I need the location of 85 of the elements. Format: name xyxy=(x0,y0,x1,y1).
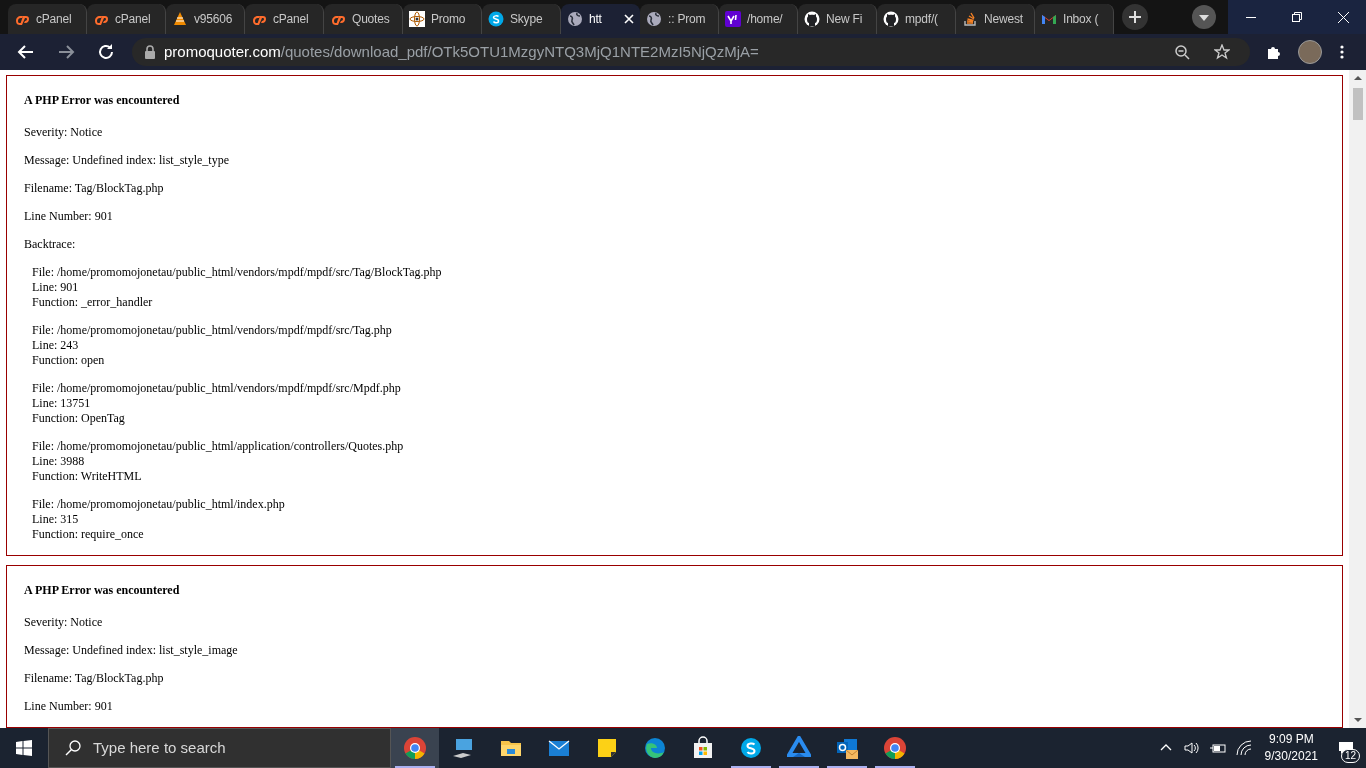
browser-tab[interactable]: Newest xyxy=(956,4,1035,34)
browser-tab[interactable]: v95606 xyxy=(166,4,245,34)
speaker-icon[interactable] xyxy=(1183,740,1200,756)
backtrace-function: Function: _error_handler xyxy=(32,295,154,310)
backtrace-file: File: /home/promomojonetau/public_html/vendors/mpdf/mpdf/src/Tag/BlockTag.php xyxy=(32,265,443,280)
browser-tab[interactable]: cPanel xyxy=(245,4,324,34)
minimize-icon xyxy=(1246,16,1256,18)
github-logo-icon xyxy=(883,11,899,27)
error-detail: Line Number: 901 xyxy=(24,209,114,224)
yahoo-logo-icon xyxy=(725,11,741,27)
backtrace-file: File: /home/promomojonetau/public_html/index.php xyxy=(32,497,286,512)
error-detail: Line Number: 901 xyxy=(24,699,114,714)
taskbar-search-field[interactable]: Type here to search xyxy=(48,728,391,768)
browser-tab[interactable]: :: Prom xyxy=(640,4,719,34)
address-bar[interactable]: promoquoter.com/quotes/download_pdf/OTk5OTU1MzgyNTQ3MjQ1NTE2MzI5NjQzMjA= xyxy=(132,38,1250,66)
error-heading: A PHP Error was encountered xyxy=(24,583,181,598)
error-detail: Filename: Tag/BlockTag.php xyxy=(24,181,165,196)
time-text: 9:09 PM xyxy=(1268,731,1314,748)
outlook-logo-icon xyxy=(835,736,859,760)
browser-tab[interactable]: cPanel xyxy=(87,4,166,34)
stack-icon xyxy=(962,11,978,27)
backtrace-function: Function: open xyxy=(32,353,106,368)
browser-tab[interactable]: mpdf/( xyxy=(877,4,956,34)
wifi-icon[interactable] xyxy=(1235,740,1252,756)
error-detail: Severity: Notice xyxy=(24,125,104,140)
chrome-logo-icon xyxy=(403,736,427,760)
scroll-down-icon[interactable] xyxy=(1353,716,1362,724)
error-detail: Severity: Notice xyxy=(24,615,104,630)
reload-icon[interactable] xyxy=(96,42,116,62)
lock-icon xyxy=(144,44,156,60)
skype-logo-icon xyxy=(488,11,504,27)
zoom-out-icon[interactable] xyxy=(1174,44,1190,60)
store-bag-icon xyxy=(691,736,715,760)
scrollbar[interactable] xyxy=(1349,70,1366,728)
sticky-note-icon xyxy=(595,736,619,760)
backtrace-line: Line: 901 xyxy=(32,280,80,295)
puzzle-icon[interactable] xyxy=(1266,44,1282,60)
edge-logo-icon xyxy=(643,736,667,760)
backtrace-file: File: /home/promomojonetau/public_html/application/controllers/Quotes.php xyxy=(32,439,405,454)
search-icon xyxy=(65,740,81,756)
new-tab-icon[interactable] xyxy=(1122,4,1148,30)
error-detail: Message: Undefined index: list_style_image xyxy=(24,643,239,658)
url-text: promoquoter.com/quotes/download_pdf/OTk5OTU1MzgyNTQ3MjQ1NTE2MzI5NjQzMjA= xyxy=(164,41,760,62)
star-icon[interactable] xyxy=(1214,44,1230,60)
close-icon xyxy=(1337,11,1349,23)
backtrace-file: File: /home/promomojonetau/public_html/vendors/mpdf/mpdf/src/Tag.php xyxy=(32,323,393,338)
scrollbar-thumb[interactable] xyxy=(1352,88,1363,120)
notification-button[interactable]: 12 xyxy=(1326,728,1366,768)
github-logo-icon xyxy=(804,11,820,27)
backtrace-line: Line: 13751 xyxy=(32,396,92,411)
backtrace-file: File: /home/promomojonetau/public_html/vendors/mpdf/mpdf/src/Mpdf.php xyxy=(32,381,402,396)
backtrace-function: Function: WriteHTML xyxy=(32,469,143,484)
chrome-logo-icon xyxy=(883,736,907,760)
profile-avatar[interactable] xyxy=(1298,40,1322,64)
browser-tab[interactable]: Quotes xyxy=(324,4,403,34)
backtrace-line: Line: 3988 xyxy=(32,454,86,469)
browser-tab[interactable]: Inbox ( xyxy=(1035,4,1114,34)
browser-tab[interactable]: /home/ xyxy=(719,4,798,34)
browser-tab[interactable]: Promo xyxy=(403,4,482,34)
error-detail: Backtrace: xyxy=(24,237,77,252)
backtrace-line: Line: 315 xyxy=(32,512,80,527)
windows-logo-icon xyxy=(16,740,32,756)
globe-icon xyxy=(567,11,583,27)
error-heading: A PHP Error was encountered xyxy=(24,93,181,108)
globe-icon xyxy=(646,11,662,27)
cone-icon xyxy=(172,11,188,27)
close-icon[interactable] xyxy=(624,14,634,24)
browser-tab[interactable]: New Fi xyxy=(798,4,877,34)
error-detail: Filename: Tag/BlockTag.php xyxy=(24,671,165,686)
atom-icon xyxy=(409,11,425,27)
clock[interactable]: 9:09 PM 9/30/2021 xyxy=(1264,731,1318,765)
tab-search-icon[interactable] xyxy=(1192,5,1216,29)
date-text: 9/30/2021 xyxy=(1264,748,1318,765)
backtrace-line: Line: 243 xyxy=(32,338,80,353)
scroll-up-icon[interactable] xyxy=(1353,74,1362,82)
triangle-logo-icon xyxy=(787,736,811,760)
browser-tab[interactable]: Skype xyxy=(482,4,561,34)
browser-tab[interactable]: htt xyxy=(561,4,640,34)
backtrace-function: Function: OpenTag xyxy=(32,411,126,426)
backtrace-function: Function: require_once xyxy=(32,527,145,542)
restore-icon xyxy=(1292,12,1302,22)
notification-count: 12 xyxy=(1340,749,1360,763)
browser-tab[interactable]: cPanel xyxy=(8,4,87,34)
skype-logo-icon xyxy=(739,736,763,760)
error-detail: Message: Undefined index: list_style_type xyxy=(24,153,230,168)
